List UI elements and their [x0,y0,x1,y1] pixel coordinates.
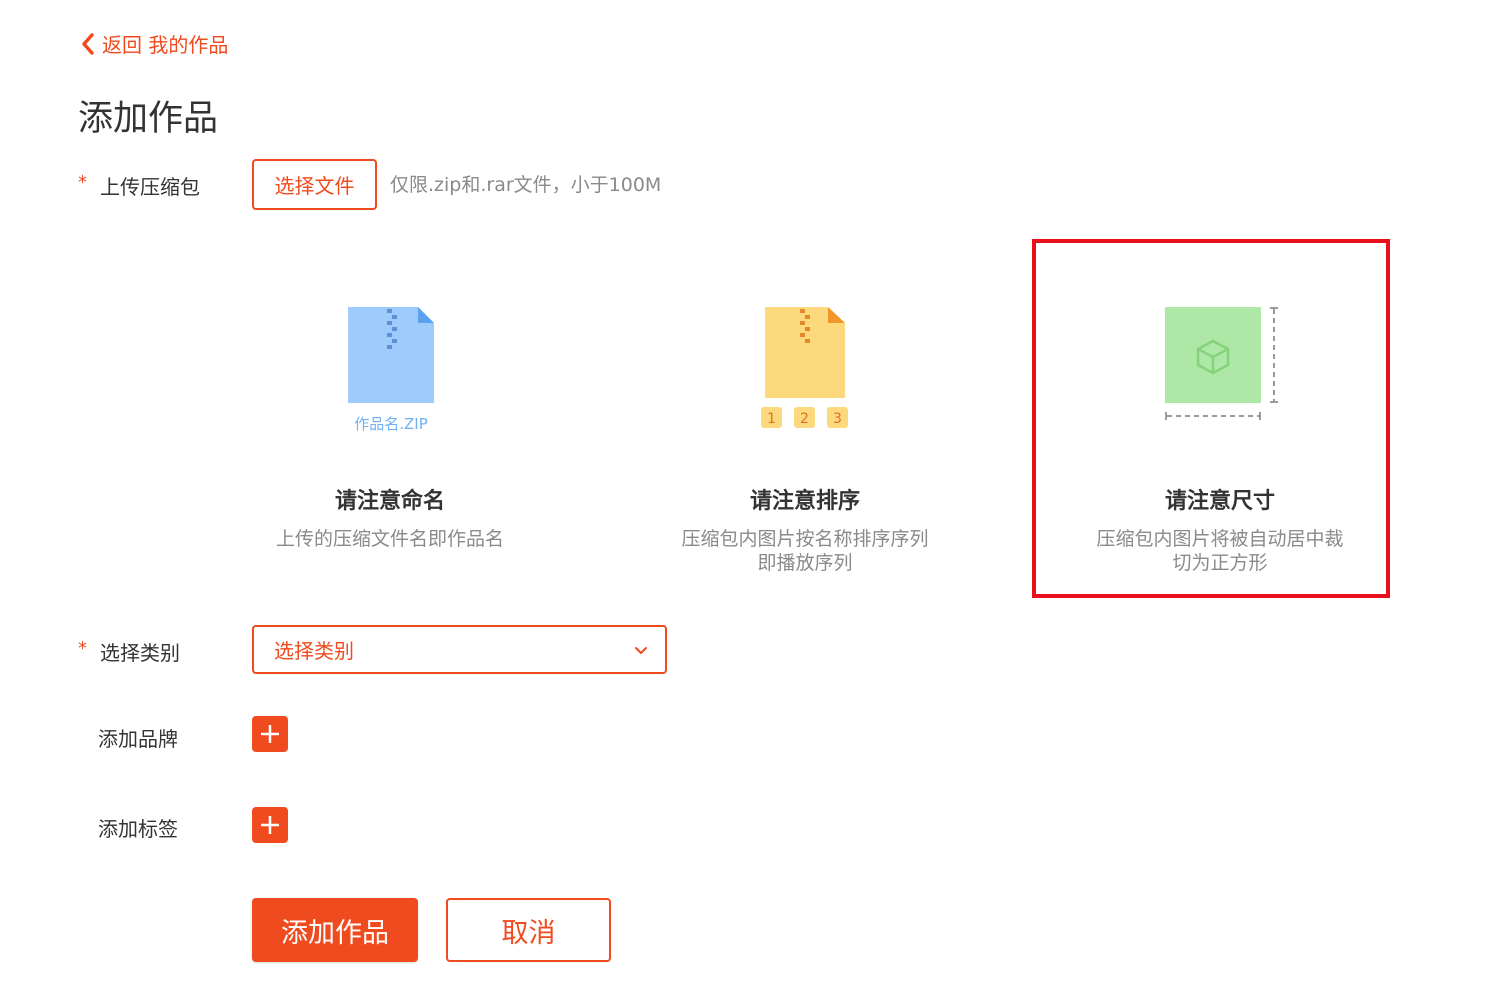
plus-icon [261,816,279,834]
cancel-button[interactable]: 取消 [446,898,611,962]
sequence-number: 3 [833,411,842,427]
zip-file-icon: 作品名.ZIP [348,307,434,433]
category-select[interactable]: 选择类别 [252,625,667,674]
highlight-box [1032,239,1390,598]
tip-card-naming: 作品名.ZIP 请注意命名 上传的压缩文件名即作品名 [215,245,565,595]
add-tag-button[interactable] [252,807,288,843]
tip-desc-line: 即播放序列 [757,552,853,574]
tip-desc-naming: 上传的压缩文件名即作品名 [235,527,545,551]
chevron-left-icon [82,32,94,55]
plus-icon [261,725,279,743]
tip-title-sorting: 请注意排序 [749,489,860,514]
upload-label: 上传压缩包 [100,175,200,199]
chevron-down-icon [635,646,647,654]
add-brand-button[interactable] [252,716,288,752]
back-link[interactable]: 返回 我的作品 [78,29,228,58]
category-required-mark: * [78,638,87,659]
category-select-value: 选择类别 [274,639,354,663]
sequence-number: 2 [800,411,809,427]
tip-title-naming: 请注意命名 [334,489,445,514]
category-label: 选择类别 [100,641,180,665]
zip-sequence-icon: 1 2 3 [761,307,848,428]
back-link-label: 返回 我的作品 [102,33,229,57]
tip-card-sorting: 1 2 3 请注意排序 压缩包内图片按名称排序序列 即播放序列 [630,245,980,595]
upload-hint: 仅限.zip和.rar文件，小于100M [390,174,662,196]
tip-desc-line: 上传的压缩文件名即作品名 [275,528,504,550]
tag-label: 添加标签 [98,817,178,841]
choose-file-button[interactable]: 选择文件 [252,159,377,210]
tip-desc-sorting: 压缩包内图片按名称排序序列 即播放序列 [650,527,960,575]
submit-button[interactable]: 添加作品 [252,898,418,962]
page-title: 添加作品 [78,99,219,139]
sequence-number: 1 [767,411,776,427]
tip-desc-line: 压缩包内图片按名称排序序列 [681,528,929,550]
upload-required-mark: * [78,172,87,193]
zip-file-caption: 作品名.ZIP [354,415,428,433]
brand-label: 添加品牌 [98,727,178,751]
